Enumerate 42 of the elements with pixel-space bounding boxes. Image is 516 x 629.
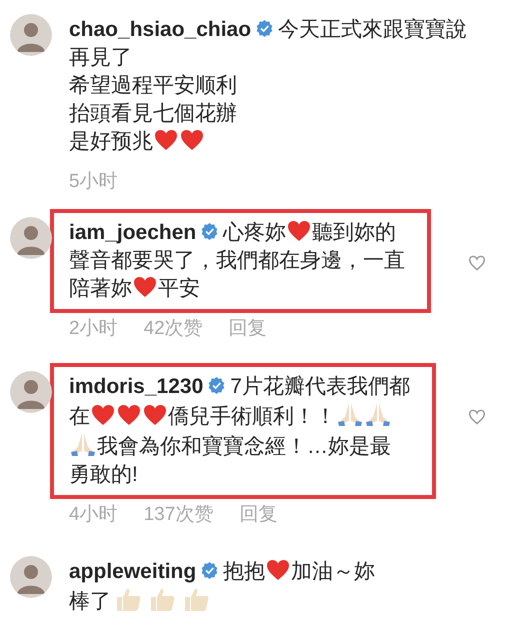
heart-emoji-icon <box>266 558 290 580</box>
heart-emoji-icon <box>91 404 115 426</box>
comment-text: 加油～妳 <box>291 560 376 582</box>
heart-emoji-icon <box>143 404 167 426</box>
comment-time: 4小时 <box>69 503 118 527</box>
praying-hands-icon <box>365 401 391 427</box>
comment-text: 7片花瓣代表我們都 <box>230 375 410 398</box>
comment-text: 棒了 <box>69 590 111 612</box>
avatar <box>10 216 52 258</box>
heart-emoji-icon <box>117 404 141 426</box>
comment-text: 聽到妳的 <box>312 220 396 244</box>
comment-text: 平安 <box>158 276 200 300</box>
heart-emoji-icon <box>287 220 312 242</box>
comment-time: 2小时 <box>69 316 118 340</box>
avatar <box>10 556 52 598</box>
praying-hands-icon <box>70 431 96 457</box>
comment-text: 我會為你和寶寶念經！…妳是最 <box>97 435 391 458</box>
username[interactable]: appleweiting <box>69 560 196 582</box>
heart-icon[interactable] <box>468 409 486 425</box>
username[interactable]: imdoris_1230 <box>69 375 204 398</box>
comment-text: 僑兒手術順利！！ <box>168 405 336 428</box>
comment-text: 抬頭看見七個花辦 <box>69 102 237 125</box>
comment-text: 聲音都要哭了，我們都在身邊，一直 <box>69 248 405 272</box>
comment-text: 在 <box>69 405 90 428</box>
username[interactable]: chao_hsiao_chiao <box>69 18 252 41</box>
comment-text: 今天正式來跟寶寶說 <box>278 18 468 41</box>
comment-text: 再見了 <box>69 46 132 69</box>
heart-emoji-icon <box>180 129 204 151</box>
comment-time: 5小时 <box>69 170 118 194</box>
avatar <box>10 14 52 56</box>
avatar <box>10 371 52 413</box>
heart-emoji-icon <box>154 129 178 151</box>
username[interactable]: iam_joechen <box>69 220 196 244</box>
comment-text: 是好预兆 <box>69 130 153 153</box>
comment-text: 勇敢的! <box>69 463 138 486</box>
comment-text: 心疼妳 <box>223 220 286 244</box>
comment-text: 抱抱 <box>223 560 266 582</box>
praying-hands-icon <box>337 401 363 427</box>
comment-text: 希望過程平安顺利 <box>69 74 237 97</box>
heart-icon[interactable] <box>468 254 486 270</box>
heart-emoji-icon <box>133 276 157 298</box>
comment-text: 陪著妳 <box>69 276 132 300</box>
